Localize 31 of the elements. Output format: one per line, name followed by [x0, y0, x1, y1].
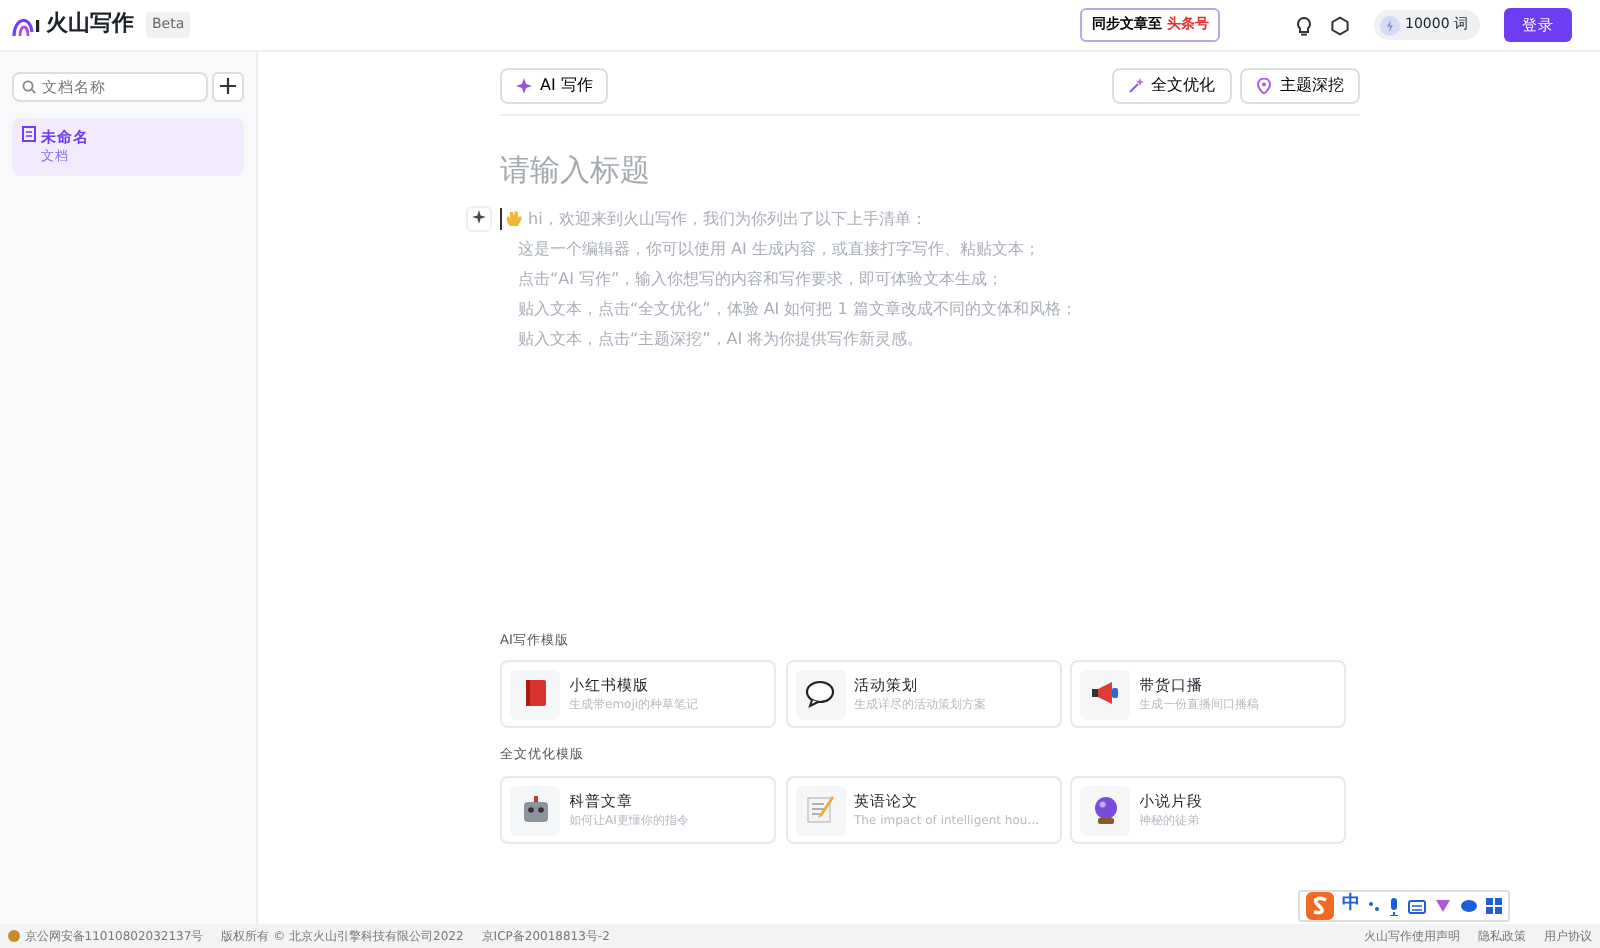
police-badge-icon [8, 930, 20, 942]
robot-icon [519, 794, 551, 826]
logo-text: 火山写作 [46, 8, 134, 41]
plus-icon [220, 78, 236, 95]
intro-line: hi，欢迎来到火山写作，我们为你列出了以下上手清单： [528, 207, 927, 231]
crystal-ball-icon [1089, 794, 1121, 826]
lightbulb-icon[interactable] [1296, 15, 1313, 35]
sparkle-icon [516, 78, 532, 94]
toolbar-button[interactable]: 主题深挖 [1240, 68, 1360, 104]
intro-line: 点击“AI 写作”，输入你想写的内容和写作要求，即可体验文本生成； [516, 267, 1004, 291]
lightning-icon [1380, 15, 1401, 35]
intro-line: 贴入文本，点击“全文优化”，体验 AI 如何把 1 篇文章改成不同的文体和风格； [516, 297, 1077, 321]
memo-icon [804, 794, 836, 826]
sparkle-icon [472, 210, 486, 225]
microphone-icon [1388, 897, 1400, 915]
toolbar-button[interactable]: 全文优化 [1111, 68, 1231, 104]
insert-button[interactable] [466, 205, 492, 231]
waving-hand-icon [506, 209, 522, 227]
logo-icon [12, 14, 40, 36]
add-button[interactable] [212, 72, 244, 103]
ime-mode[interactable]: 中 [1342, 892, 1360, 920]
toolbar-button[interactable]: AI 写作 [500, 68, 609, 104]
settings-icon[interactable] [1330, 15, 1351, 35]
document-icon [22, 125, 36, 141]
intro-line: 这是一个编辑器，你可以使用 AI 生成内容，或直接打字写作、粘贴文本； [516, 237, 1040, 261]
speech-bubble-icon [804, 678, 836, 711]
keyboard-icon [1408, 899, 1426, 913]
location-pin-icon [1256, 78, 1272, 94]
intro-line: 贴入文本，点击“主题深挖”，AI 将为你提供写作新灵感。 [516, 327, 924, 351]
grid-icon [1486, 898, 1502, 914]
sparkle-icon [1127, 78, 1143, 94]
